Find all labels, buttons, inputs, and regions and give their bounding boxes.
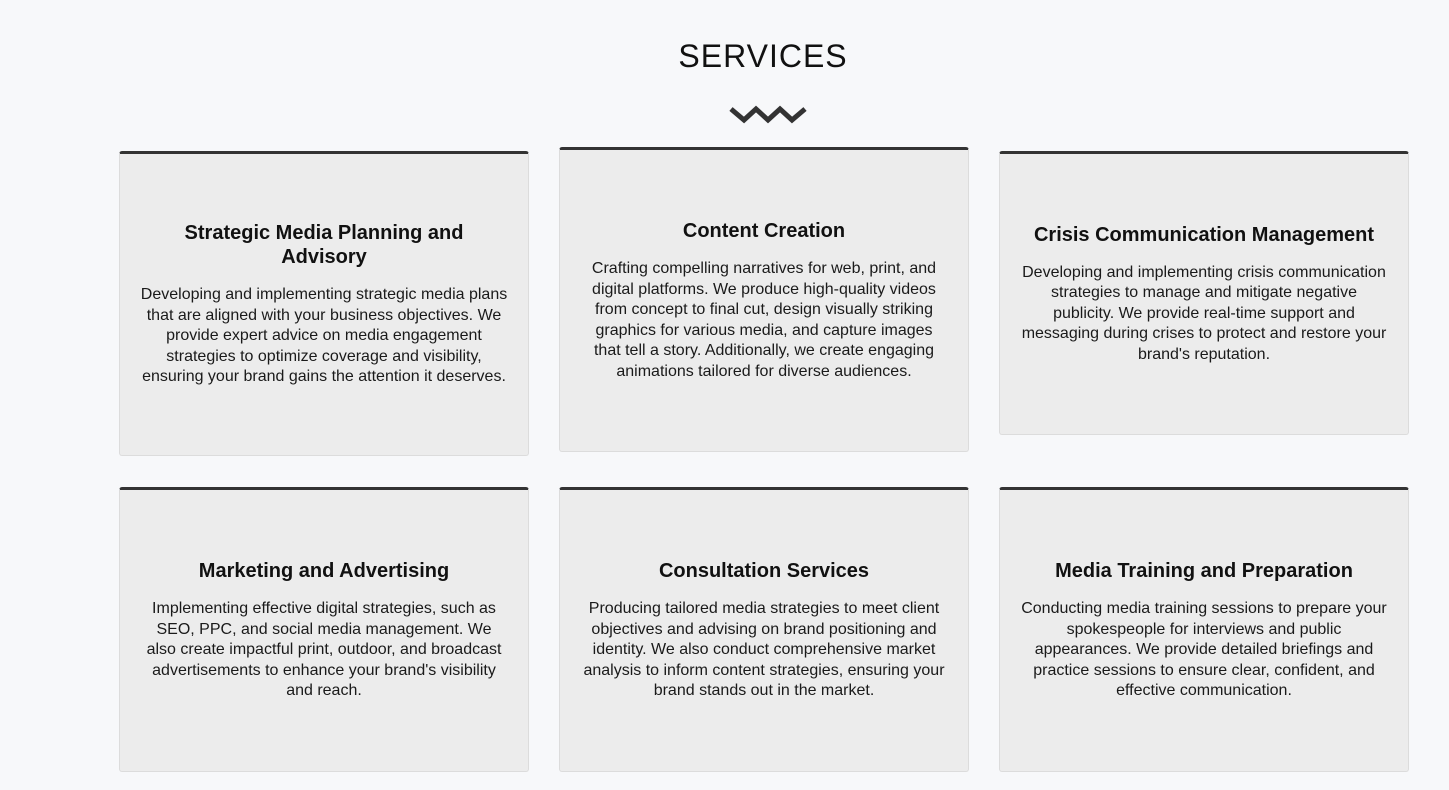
service-card-consultation: Consultation Services Producing tailored… — [559, 487, 969, 772]
service-card-description: Implementing effective digital strategie… — [146, 600, 502, 700]
service-card-description: Producing tailored media strategies to m… — [583, 600, 945, 700]
service-card-media-training: Media Training and Preparation Conductin… — [999, 487, 1409, 772]
service-card-description: Conducting media training sessions to pr… — [1021, 600, 1387, 700]
service-card-description: Developing and implementing crisis commu… — [1021, 263, 1387, 363]
service-card-title: Media Training and Preparation — [1055, 560, 1353, 583]
service-card-description: Crafting compelling narratives for web, … — [591, 260, 937, 380]
service-card-content-creation: Content Creation Crafting compelling nar… — [559, 147, 969, 452]
service-card-crisis-communication: Crisis Communication Management Developi… — [999, 151, 1409, 435]
service-card-title: Content Creation — [682, 220, 846, 242]
service-card-title: Crisis Communication Management — [1033, 223, 1375, 246]
zigzag-divider-icon — [729, 105, 807, 124]
service-card-title: Strategic Media Planning and Advisory — [184, 222, 464, 269]
service-card-description: Developing and implementing strategic me… — [140, 286, 508, 386]
service-card-marketing-advertising: Marketing and Advertising Implementing e… — [119, 487, 529, 772]
service-card-title: Consultation Services — [658, 560, 870, 583]
service-card-strategic-media-planning: Strategic Media Planning and Advisory De… — [119, 151, 529, 456]
section-title: SERVICES — [678, 38, 848, 74]
service-card-title: Marketing and Advertising — [198, 560, 450, 583]
